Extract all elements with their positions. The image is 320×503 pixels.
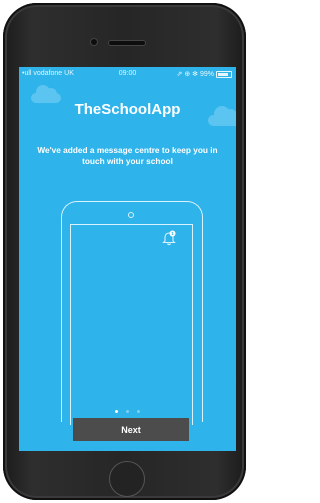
status-indicators: ⇗ ⊕ ✻ 99%	[176, 71, 214, 78]
phone-illustration-icon: 1	[61, 201, 203, 425]
app-screen: •ull vodafone UK 09:00 ⇗ ⊕ ✻ 99% TheScho…	[19, 67, 236, 451]
earpiece-speaker	[109, 41, 145, 45]
onboarding-message: We've added a message centre to keep you…	[37, 145, 218, 166]
illustration-screen	[70, 224, 193, 425]
app-title: TheSchoolApp	[74, 101, 181, 118]
bell-icon: 1	[162, 230, 176, 246]
front-camera-icon	[91, 39, 97, 45]
page-dot-active	[114, 410, 118, 413]
page-dot	[126, 410, 129, 413]
status-bar: •ull vodafone UK 09:00 ⇗ ⊕ ✻ 99%	[19, 67, 236, 80]
page-indicator	[19, 400, 236, 418]
home-button[interactable]	[109, 461, 145, 497]
page-dot	[137, 410, 141, 413]
illustration-camera	[128, 212, 134, 218]
phone-frame: •ull vodafone UK 09:00 ⇗ ⊕ ✻ 99% TheScho…	[3, 3, 246, 500]
next-button[interactable]: Next	[73, 418, 189, 441]
battery-icon	[216, 71, 232, 78]
